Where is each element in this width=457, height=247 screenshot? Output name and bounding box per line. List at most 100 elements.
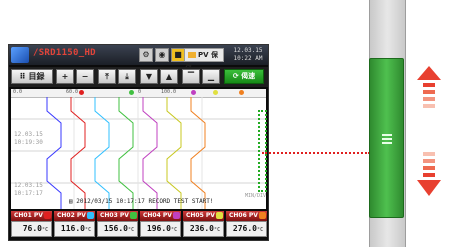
jump-bottom-icon: ⤓ <box>125 72 129 81</box>
plus-icon: + <box>61 72 69 81</box>
channel-3-color-icon <box>130 212 137 219</box>
min-div-label: MIN/DIV <box>245 193 267 199</box>
scroll-indicator-box <box>258 110 267 192</box>
grip-line <box>382 134 392 136</box>
channel-6[interactable]: CH06 PV 276.0°C <box>226 211 267 238</box>
channel-5-label: CH05 PV <box>183 211 224 221</box>
channel-1[interactable]: CH01 PV 76.0°C <box>11 211 52 238</box>
channel-2-color-icon <box>87 212 94 219</box>
channel-2-unit: °C <box>84 227 91 233</box>
clock-date: 12.03.15 <box>233 47 263 54</box>
jump-top-button[interactable]: ⤒ <box>98 69 116 84</box>
cursor-bottom-button[interactable]: ▁ <box>202 69 220 84</box>
trend-ch3 <box>118 97 134 209</box>
channel-6-number: 276.0 <box>232 224 257 233</box>
zoom-out-button[interactable]: − <box>76 69 94 84</box>
trend-ch6 <box>190 97 206 209</box>
trend-ch5 <box>166 97 182 209</box>
channel-5-color-icon <box>216 212 223 219</box>
folder-icon <box>188 52 196 58</box>
jump-bottom-button[interactable]: ⤓ <box>118 69 136 84</box>
trend-ch4 <box>142 97 158 209</box>
toolbar: ⠿ 目録 + − ⤒ ⤓ ▼ ▲ ▔ ▁ ⟳ 偈速 <box>9 67 268 87</box>
scrollbar-thumb[interactable] <box>369 58 404 218</box>
channel-1-unit: °C <box>41 227 48 233</box>
channel-6-name: CH06 PV <box>229 212 258 219</box>
channel-4-value: 196.0°C <box>140 221 181 237</box>
channel-2-number: 116.0 <box>60 224 85 233</box>
channel-3-label: CH03 PV <box>97 211 138 221</box>
channel-3[interactable]: CH03 PV 156.0°C <box>97 211 138 238</box>
channel-5-name: CH05 PV <box>186 212 215 219</box>
channel-2-name: CH02 PV <box>57 212 86 219</box>
up-arrow-icon <box>417 66 441 108</box>
trend-ch7 <box>46 97 62 209</box>
refresh-button[interactable]: ⟳ 偈速 <box>224 69 264 84</box>
refresh-label: 偈速 <box>241 72 256 80</box>
scroll-down-button[interactable]: ▼ <box>140 69 158 84</box>
clock: 12.03.15 10:22 AM <box>230 47 266 63</box>
device-title: /SRD1150_HD <box>33 48 96 58</box>
record-message: ▤ 2012/03/15 10:17:17 RECORD TEST START! <box>69 198 214 205</box>
time-label-1-date: 12.03.15 <box>14 131 43 138</box>
cursor-top-button[interactable]: ▔ <box>182 69 200 84</box>
menu-button[interactable]: ⠿ 目録 <box>11 69 53 84</box>
time-label-2-date: 12.03.15 <box>14 182 43 189</box>
refresh-icon: ⟳ <box>232 72 239 80</box>
channel-panel: CH01 PV 76.0°C CH02 PV 116.0°C CH03 PV 1… <box>11 211 267 238</box>
pv-save-button[interactable]: PV 保存 <box>184 48 224 71</box>
channel-6-unit: °C <box>256 227 263 233</box>
callout-connector <box>262 152 370 154</box>
title-model: /SRD1150_HD <box>33 48 96 58</box>
grip-line <box>382 142 392 144</box>
time-label-2-time: 10:17:17 <box>14 190 43 197</box>
time-label-1: 12.03.15 10:19:30 <box>14 131 43 147</box>
channel-2-value: 116.0°C <box>54 221 95 237</box>
channel-5-value: 236.0°C <box>183 221 224 237</box>
channel-3-unit: °C <box>127 227 134 233</box>
channel-5-number: 236.0 <box>189 224 214 233</box>
channel-5[interactable]: CH05 PV 236.0°C <box>183 211 224 238</box>
channel-1-name: CH01 PV <box>14 212 43 219</box>
down-arrow-icon: ▼ <box>145 72 153 81</box>
channel-4-name: CH04 PV <box>143 212 172 219</box>
channel-6-value: 276.0°C <box>226 221 267 237</box>
scroll-up-button[interactable]: ▲ <box>160 69 178 84</box>
title-bar: /SRD1150_HD ⚙ ◉ ■ PV 保存 12.03.15 10:22 A… <box>9 45 268 71</box>
trend-lines <box>11 97 266 209</box>
jump-top-icon: ⤒ <box>105 72 109 81</box>
up-arrow-icon: ▲ <box>165 72 173 81</box>
channel-1-label: CH01 PV <box>11 211 52 221</box>
channel-2-label: CH02 PV <box>54 211 95 221</box>
cursor-top-icon: ▔ <box>187 72 195 81</box>
minus-icon: − <box>81 72 89 81</box>
channel-5-unit: °C <box>213 227 220 233</box>
channel-3-value: 156.0°C <box>97 221 138 237</box>
camera-icon[interactable]: ◉ <box>155 48 169 62</box>
time-label-1-time: 10:19:30 <box>14 139 43 146</box>
channel-1-color-icon <box>44 212 51 219</box>
channel-1-number: 76.0 <box>22 224 42 233</box>
menu-label: 目録 <box>28 72 45 81</box>
record-icon[interactable]: ■ <box>171 48 185 62</box>
channel-4-color-icon <box>173 212 180 219</box>
down-arrow-icon <box>417 152 441 196</box>
time-label-2: 12.03.15 10:17:17 <box>14 182 43 198</box>
grip-line <box>382 138 392 140</box>
zoom-in-button[interactable]: + <box>56 69 74 84</box>
trend-ch1 <box>70 97 86 209</box>
recorder-screen: /SRD1150_HD ⚙ ◉ ■ PV 保存 12.03.15 10:22 A… <box>8 44 269 241</box>
channel-4[interactable]: CH04 PV 196.0°C <box>140 211 181 238</box>
channel-2[interactable]: CH02 PV 116.0°C <box>54 211 95 238</box>
trend-ch2 <box>94 97 110 209</box>
channel-4-number: 196.0 <box>146 224 171 233</box>
channel-4-unit: °C <box>170 227 177 233</box>
channel-6-color-icon <box>259 212 266 219</box>
channel-3-number: 156.0 <box>103 224 128 233</box>
channel-3-name: CH03 PV <box>100 212 129 219</box>
channel-6-label: CH06 PV <box>226 211 267 221</box>
cursor-bottom-icon: ▁ <box>207 72 215 81</box>
grid-icon: ⠿ <box>19 72 26 81</box>
settings-icon[interactable]: ⚙ <box>139 48 153 62</box>
trend-area[interactable]: 0.0 60.0 0 100.0 12.03.15 10:19:30 12.03… <box>11 89 266 209</box>
